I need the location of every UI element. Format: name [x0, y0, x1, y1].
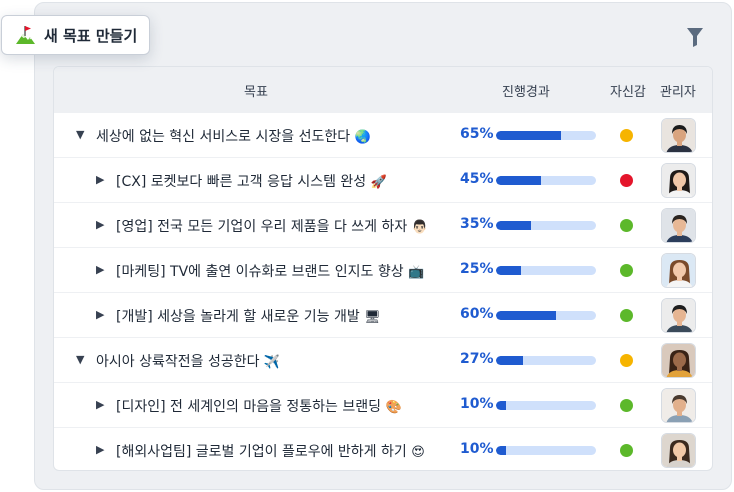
header-confidence[interactable]: 자신감: [610, 81, 646, 100]
header-owner[interactable]: 관리자: [660, 81, 696, 100]
progress-bar: [496, 446, 596, 455]
expand-caret-icon[interactable]: ▶: [96, 398, 104, 411]
table-row[interactable]: ▶ [마케팅] TV에 출연 이슈화로 브랜드 인지도 향상 📺 25%: [54, 247, 712, 292]
table-body: ▼ 세상에 없는 혁신 서비스로 시장을 선도한다 🌏 65% ▶ [CX] 로켓보다…: [54, 112, 712, 470]
progress-percent: 45%: [460, 171, 494, 187]
confidence-indicator[interactable]: [620, 264, 633, 277]
progress-bar-fill: [496, 401, 506, 410]
confidence-indicator[interactable]: [620, 219, 633, 232]
goal-title[interactable]: [CX] 로켓보다 빠른 고객 응답 시스템 완성 🚀: [116, 171, 387, 191]
owner-avatar[interactable]: [661, 163, 696, 198]
owner-avatar[interactable]: [661, 253, 696, 288]
goal-title[interactable]: 아시아 상륙작전을 성공한다 ✈️: [96, 351, 280, 371]
table-row[interactable]: ▶ [영업] 전국 모든 기업이 우리 제품을 다 쓰게 하자 👨🏻 35%: [54, 202, 712, 247]
goals-table: 목표 진행경과 자신감 관리자 ▼ 세상에 없는 혁신 서비스로 시장을 선도한다…: [53, 66, 713, 471]
progress-bar-fill: [496, 131, 561, 140]
goal-title-text: [디자인] 전 세계인의 마음을 정통하는 브랜딩: [116, 399, 386, 415]
header-progress[interactable]: 진행경과: [502, 81, 550, 100]
confidence-indicator[interactable]: [620, 399, 633, 412]
goal-emoji: 😍: [411, 445, 425, 460]
table-row[interactable]: ▶ [개발] 세상을 놀라게 할 새로운 기능 개발 🖥 60%: [54, 292, 712, 337]
goal-title-text: 세상에 없는 혁신 서비스로 시장을 선도한다: [96, 129, 355, 145]
expand-caret-icon[interactable]: ▶: [96, 308, 104, 321]
goal-title-text: 아시아 상륙작전을 성공한다: [96, 354, 264, 370]
progress-bar: [496, 356, 596, 365]
goal-title-text: [해외사업팀] 글로벌 기업이 플로우에 반하게 하기: [116, 444, 412, 460]
owner-avatar[interactable]: [661, 433, 696, 468]
goal-title[interactable]: 세상에 없는 혁신 서비스로 시장을 선도한다 🌏: [96, 126, 371, 146]
owner-avatar[interactable]: [661, 343, 696, 378]
progress-bar-fill: [496, 446, 506, 455]
progress-bar-fill: [496, 176, 541, 185]
table-header: 목표 진행경과 자신감 관리자: [54, 67, 712, 112]
confidence-indicator[interactable]: [620, 129, 633, 142]
confidence-indicator[interactable]: [620, 354, 633, 367]
new-goal-label: 새 목표 만들기: [44, 26, 138, 45]
goal-emoji: ✈️: [263, 355, 281, 370]
goal-title[interactable]: [해외사업팀] 글로벌 기업이 플로우에 반하게 하기 😍: [116, 441, 425, 461]
progress-bar-fill: [496, 221, 531, 230]
progress-bar: [496, 311, 596, 320]
progress-percent: 10%: [460, 396, 494, 412]
table-row[interactable]: ▼ 아시아 상륙작전을 성공한다 ✈️ 27%: [54, 337, 712, 382]
table-row[interactable]: ▶ [해외사업팀] 글로벌 기업이 플로우에 반하게 하기 😍 10%: [54, 427, 712, 470]
progress-bar: [496, 401, 596, 410]
progress-percent: 10%: [460, 441, 494, 457]
goal-title[interactable]: [영업] 전국 모든 기업이 우리 제품을 다 쓰게 하자 👨🏻: [116, 216, 428, 236]
okr-goal-screen: 새 목표 만들기 목표 진행경과 자신감 관리자 ▼ 세상에 없는 혁신 서비스로…: [0, 0, 734, 492]
mountain-flag-icon: [14, 24, 36, 46]
goal-emoji: 🎨: [385, 400, 402, 415]
table-row[interactable]: ▼ 세상에 없는 혁신 서비스로 시장을 선도한다 🌏 65%: [54, 112, 712, 157]
expand-caret-icon[interactable]: ▶: [96, 218, 104, 231]
progress-bar: [496, 131, 596, 140]
goal-emoji: 🖥: [364, 310, 381, 325]
progress-bar-fill: [496, 356, 523, 365]
new-goal-button[interactable]: 새 목표 만들기: [1, 15, 150, 55]
owner-avatar[interactable]: [661, 118, 696, 153]
progress-percent: 35%: [460, 216, 494, 232]
header-goal[interactable]: 목표: [244, 81, 268, 100]
collapse-caret-icon[interactable]: ▼: [76, 353, 84, 366]
progress-bar-fill: [496, 266, 521, 275]
goal-title[interactable]: [디자인] 전 세계인의 마음을 정통하는 브랜딩 🎨: [116, 396, 402, 416]
owner-avatar[interactable]: [661, 298, 696, 333]
confidence-indicator[interactable]: [620, 444, 633, 457]
goal-title-text: [영업] 전국 모든 기업이 우리 제품을 다 쓰게 하자: [116, 219, 412, 235]
progress-percent: 27%: [460, 351, 494, 367]
expand-caret-icon[interactable]: ▶: [96, 443, 104, 456]
progress-bar: [496, 266, 596, 275]
progress-percent: 25%: [460, 261, 494, 277]
collapse-caret-icon[interactable]: ▼: [76, 128, 84, 141]
goal-emoji: 👨🏻: [411, 220, 428, 235]
confidence-indicator[interactable]: [620, 174, 633, 187]
progress-percent: 60%: [460, 306, 494, 322]
expand-caret-icon[interactable]: ▶: [96, 173, 104, 186]
confidence-indicator[interactable]: [620, 309, 633, 322]
goal-title-text: [마케팅] TV에 출연 이슈화로 브랜드 인지도 향상: [116, 264, 409, 280]
goal-title[interactable]: [개발] 세상을 놀라게 할 새로운 기능 개발 🖥: [116, 306, 381, 326]
goal-emoji: 📺: [408, 265, 425, 280]
goal-emoji: 🚀: [370, 175, 387, 190]
goal-title-text: [개발] 세상을 놀라게 할 새로운 기능 개발: [116, 309, 365, 325]
table-row[interactable]: ▶ [디자인] 전 세계인의 마음을 정통하는 브랜딩 🎨 10%: [54, 382, 712, 427]
goal-title[interactable]: [마케팅] TV에 출연 이슈화로 브랜드 인지도 향상 📺: [116, 261, 424, 281]
progress-bar-fill: [496, 311, 556, 320]
progress-bar: [496, 176, 596, 185]
progress-percent: 65%: [460, 126, 494, 142]
expand-caret-icon[interactable]: ▶: [96, 263, 104, 276]
progress-bar: [496, 221, 596, 230]
goal-title-text: [CX] 로켓보다 빠른 고객 응답 시스템 완성: [116, 174, 371, 190]
owner-avatar[interactable]: [661, 388, 696, 423]
table-row[interactable]: ▶ [CX] 로켓보다 빠른 고객 응답 시스템 완성 🚀 45%: [54, 157, 712, 202]
owner-avatar[interactable]: [661, 208, 696, 243]
filter-icon[interactable]: [686, 26, 704, 48]
goal-emoji: 🌏: [354, 130, 371, 145]
